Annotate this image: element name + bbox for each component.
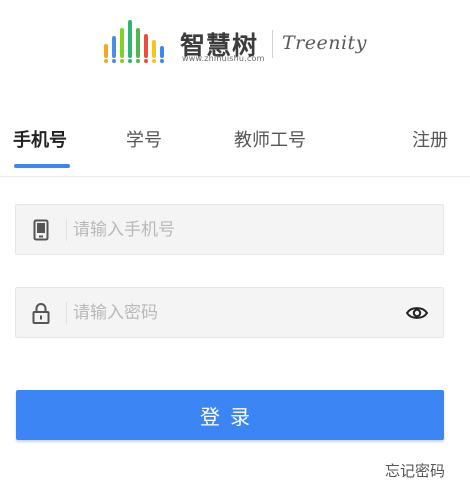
phone-field-separator xyxy=(66,219,67,241)
password-input[interactable] xyxy=(73,288,393,337)
logo-bars-icon xyxy=(102,20,172,66)
forgot-password-link[interactable]: 忘记密码 xyxy=(385,460,445,481)
brand-name-en: Treenity xyxy=(282,32,367,54)
brand-url: www.zhihuishu.com xyxy=(182,54,265,63)
eye-icon[interactable] xyxy=(405,302,429,324)
tab-phone[interactable]: 手机号 xyxy=(13,126,67,152)
tab-teacher-id[interactable]: 教师工号 xyxy=(234,126,306,152)
phone-field xyxy=(15,204,444,255)
tabs-divider xyxy=(0,176,470,177)
brand-divider xyxy=(272,30,273,58)
tab-student-id[interactable]: 学号 xyxy=(126,126,162,152)
phone-input[interactable] xyxy=(73,205,393,254)
brand-logo: 智慧树 www.zhihuishu.com Treenity xyxy=(102,20,366,68)
register-link[interactable]: 注册 xyxy=(412,126,448,152)
password-field-separator xyxy=(66,302,67,324)
lock-icon xyxy=(30,301,52,325)
login-tabs: 手机号 学号 教师工号 注册 xyxy=(0,118,470,178)
active-tab-indicator xyxy=(14,164,70,168)
password-field xyxy=(15,287,444,338)
login-button[interactable]: 登录 xyxy=(16,390,444,440)
phone-icon xyxy=(30,218,52,242)
